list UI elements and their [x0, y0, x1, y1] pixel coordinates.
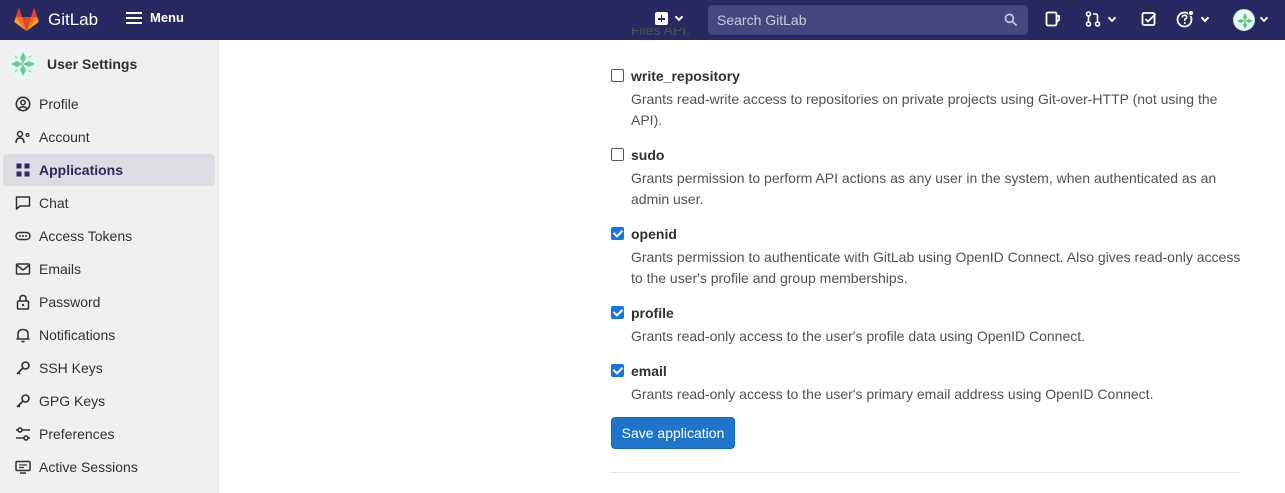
scope-checkbox[interactable] [611, 306, 624, 319]
identicon-icon [1234, 10, 1254, 30]
chevron-down-icon [674, 12, 684, 22]
scope-description: Grants read-only access to the user's pr… [631, 328, 1086, 344]
applications-icon [15, 162, 31, 178]
profile-icon [15, 96, 31, 112]
scope-description-cut: Files API. [631, 28, 691, 38]
sidebar-item-label: Notifications [39, 327, 116, 343]
user-avatar [8, 49, 38, 79]
preferences-icon [15, 426, 31, 442]
new-dropdown-button[interactable] [655, 12, 684, 25]
chevron-down-icon [1259, 13, 1269, 23]
save-application-button[interactable]: Save application [611, 417, 735, 449]
sidebar-item-label: Account [39, 129, 90, 145]
search-icon [1004, 13, 1017, 26]
scope-label[interactable]: email [631, 363, 667, 379]
sidebar-item-label: Password [39, 294, 101, 310]
scope-checkbox[interactable] [611, 148, 624, 161]
sidebar-item-access-tokens[interactable]: Access Tokens [3, 220, 215, 252]
sidebar-item-emails[interactable]: Emails [3, 253, 215, 285]
gitlab-tanuki-icon [14, 8, 39, 31]
divider [611, 472, 1240, 473]
search-input[interactable] [717, 12, 997, 28]
sidebar-item-password[interactable]: Password [3, 286, 215, 318]
sidebar-item-label: Access Tokens [39, 228, 133, 244]
sidebar-item-active-sessions[interactable]: Active Sessions [3, 451, 215, 483]
mail-icon [15, 261, 31, 277]
key-icon [15, 393, 31, 409]
scope-description: Grants read-write access to repositories… [631, 91, 1218, 128]
sidebar-item-ssh-keys[interactable]: SSH Keys [3, 352, 215, 384]
sidebar-item-label: Profile [39, 96, 79, 112]
key-icon [15, 360, 31, 376]
help-icon [1176, 10, 1194, 28]
menu-label: Menu [150, 10, 184, 25]
scope-checkbox[interactable] [611, 227, 624, 240]
sidebar-item-notifications[interactable]: Notifications [3, 319, 215, 351]
menu-button[interactable]: Menu [126, 10, 184, 25]
sidebar-item-label: Emails [39, 261, 82, 277]
scope-label[interactable]: profile [631, 305, 674, 321]
search-box[interactable] [708, 5, 1028, 35]
scope-label[interactable]: openid [631, 226, 677, 242]
sidebar-item-gpg-keys[interactable]: GPG Keys [3, 385, 215, 417]
monitor-icon [15, 459, 31, 475]
chat-icon [15, 195, 31, 211]
sidebar-item-applications[interactable]: Applications [3, 154, 215, 186]
scope-description: Grants permission to authenticate with G… [631, 249, 1241, 286]
merge-request-icon [1085, 11, 1101, 27]
todos-icon[interactable] [1141, 11, 1157, 27]
sidebar-item-preferences[interactable]: Preferences [3, 418, 215, 450]
bell-icon [15, 327, 31, 343]
user-avatar[interactable] [1233, 9, 1255, 31]
plus-square-icon [655, 12, 668, 25]
sidebar-item-label: GPG Keys [39, 393, 106, 409]
sidebar-item-label: Applications [39, 162, 124, 178]
identicon-icon [11, 52, 35, 76]
gitlab-logo[interactable]: GitLab [14, 8, 98, 32]
scope-description: Grants read-only access to the user's pr… [631, 386, 1154, 402]
scope-checkbox[interactable] [611, 364, 624, 377]
scope-label[interactable]: write_repository [631, 68, 740, 84]
user-settings-sidebar: User Settings Profile Account Applicatio… [0, 40, 219, 493]
brand-name: GitLab [48, 10, 99, 29]
sidebar-item-label: Active Sessions [39, 459, 138, 475]
account-icon [15, 129, 31, 145]
chevron-down-icon [1200, 13, 1210, 22]
sidebar-item-label: Preferences [39, 426, 115, 442]
sidebar-item-label: SSH Keys [39, 360, 103, 376]
lock-icon [15, 294, 31, 310]
scope-checkbox[interactable] [611, 69, 624, 82]
sidebar-header[interactable]: User Settings [8, 49, 137, 79]
sidebar-title: User Settings [47, 56, 138, 72]
help-button[interactable] [1176, 10, 1210, 28]
chevron-down-icon [1107, 13, 1117, 22]
sidebar-item-account[interactable]: Account [3, 121, 215, 153]
token-icon [15, 228, 31, 244]
sidebar-item-profile[interactable]: Profile [3, 88, 215, 120]
issues-icon[interactable] [1045, 11, 1061, 27]
merge-requests-button[interactable] [1085, 11, 1117, 27]
sidebar-item-chat[interactable]: Chat [3, 187, 215, 219]
scope-description: Grants permission to perform API actions… [631, 170, 1217, 207]
hamburger-icon [126, 11, 142, 24]
sidebar-item-label: Chat [39, 195, 69, 211]
scope-label[interactable]: sudo [631, 147, 664, 163]
